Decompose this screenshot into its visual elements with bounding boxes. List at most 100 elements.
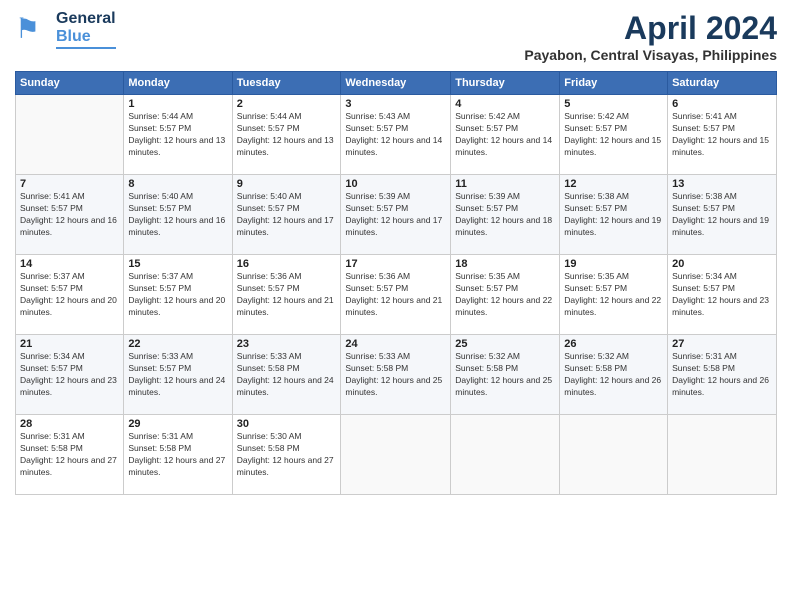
day-info: Sunrise: 5:42 AM Sunset: 5:57 PM Dayligh… [455, 111, 555, 159]
calendar-cell: 17Sunrise: 5:36 AM Sunset: 5:57 PM Dayli… [341, 255, 451, 335]
day-number: 8 [128, 178, 227, 190]
day-number: 23 [237, 338, 337, 350]
day-number: 30 [237, 418, 337, 430]
weekday-header-row: SundayMondayTuesdayWednesdayThursdayFrid… [16, 72, 777, 95]
day-info: Sunrise: 5:40 AM Sunset: 5:57 PM Dayligh… [237, 191, 337, 239]
weekday-header-friday: Friday [560, 72, 668, 95]
day-info: Sunrise: 5:38 AM Sunset: 5:57 PM Dayligh… [564, 191, 663, 239]
day-number: 4 [455, 98, 555, 110]
day-info: Sunrise: 5:37 AM Sunset: 5:57 PM Dayligh… [128, 271, 227, 319]
day-number: 14 [20, 258, 119, 270]
calendar-cell: 6Sunrise: 5:41 AM Sunset: 5:57 PM Daylig… [668, 95, 777, 175]
day-info: Sunrise: 5:44 AM Sunset: 5:57 PM Dayligh… [128, 111, 227, 159]
day-info: Sunrise: 5:39 AM Sunset: 5:57 PM Dayligh… [345, 191, 446, 239]
day-info: Sunrise: 5:39 AM Sunset: 5:57 PM Dayligh… [455, 191, 555, 239]
title-section: April 2024 Payabon, Central Visayas, Phi… [524, 10, 777, 63]
logo-name: General Blue [56, 10, 116, 49]
calendar-cell: 20Sunrise: 5:34 AM Sunset: 5:57 PM Dayli… [668, 255, 777, 335]
calendar-cell: 16Sunrise: 5:36 AM Sunset: 5:57 PM Dayli… [232, 255, 341, 335]
calendar-cell: 23Sunrise: 5:33 AM Sunset: 5:58 PM Dayli… [232, 335, 341, 415]
day-number: 16 [237, 258, 337, 270]
calendar-cell [560, 415, 668, 495]
calendar-cell: 9Sunrise: 5:40 AM Sunset: 5:57 PM Daylig… [232, 175, 341, 255]
week-row-3: 14 Sunrise: 5:37 AM Sunset: 5:57 PM Dayli… [16, 255, 777, 335]
day-number: 28 [20, 418, 119, 430]
calendar-cell: 4Sunrise: 5:42 AM Sunset: 5:57 PM Daylig… [451, 95, 560, 175]
day-number: 19 [564, 258, 663, 270]
day-number: 6 [672, 98, 772, 110]
day-info: Sunrise: 5:31 AM Sunset: 5:58 PM Dayligh… [20, 431, 119, 479]
calendar-cell: 10Sunrise: 5:39 AM Sunset: 5:57 PM Dayli… [341, 175, 451, 255]
day-number: 22 [128, 338, 227, 350]
calendar-cell: 3Sunrise: 5:43 AM Sunset: 5:57 PM Daylig… [341, 95, 451, 175]
day-number: 12 [564, 178, 663, 190]
day-info: Sunrise: 5:43 AM Sunset: 5:57 PM Dayligh… [345, 111, 446, 159]
calendar-cell: 24Sunrise: 5:33 AM Sunset: 5:58 PM Dayli… [341, 335, 451, 415]
calendar-cell: 2Sunrise: 5:44 AM Sunset: 5:57 PM Daylig… [232, 95, 341, 175]
day-number: 27 [672, 338, 772, 350]
day-number: 15 [128, 258, 227, 270]
day-number: 24 [345, 338, 446, 350]
day-info: Sunrise: 5:33 AM Sunset: 5:57 PM Dayligh… [128, 351, 227, 399]
week-row-1: 1Sunrise: 5:44 AM Sunset: 5:57 PM Daylig… [16, 95, 777, 175]
calendar-cell: 28Sunrise: 5:31 AM Sunset: 5:58 PM Dayli… [16, 415, 124, 495]
day-info: Sunrise: 5:35 AM Sunset: 5:57 PM Dayligh… [564, 271, 663, 319]
day-info: Sunrise: 5:31 AM Sunset: 5:58 PM Dayligh… [672, 351, 772, 399]
calendar-cell: 8Sunrise: 5:40 AM Sunset: 5:57 PM Daylig… [124, 175, 232, 255]
day-info: Sunrise: 5:41 AM Sunset: 5:57 PM Dayligh… [20, 191, 119, 239]
day-number: 29 [128, 418, 227, 430]
calendar-cell: 26Sunrise: 5:32 AM Sunset: 5:58 PM Dayli… [560, 335, 668, 415]
location-subtitle: Payabon, Central Visayas, Philippines [524, 47, 777, 63]
logo: ⚑ General Blue [15, 10, 116, 49]
calendar-cell: 1Sunrise: 5:44 AM Sunset: 5:57 PM Daylig… [124, 95, 232, 175]
day-info: Sunrise: 5:33 AM Sunset: 5:58 PM Dayligh… [237, 351, 337, 399]
weekday-header-saturday: Saturday [668, 72, 777, 95]
weekday-header-sunday: Sunday [16, 72, 124, 95]
calendar-cell [341, 415, 451, 495]
day-number: 5 [564, 98, 663, 110]
day-info: Sunrise: 5:38 AM Sunset: 5:57 PM Dayligh… [672, 191, 772, 239]
day-info: Sunrise: 5:33 AM Sunset: 5:58 PM Dayligh… [345, 351, 446, 399]
calendar-cell [451, 415, 560, 495]
day-number: 9 [237, 178, 337, 190]
week-row-5: 28Sunrise: 5:31 AM Sunset: 5:58 PM Dayli… [16, 415, 777, 495]
day-number: 2 [237, 98, 337, 110]
week-row-2: 7Sunrise: 5:41 AM Sunset: 5:57 PM Daylig… [16, 175, 777, 255]
calendar-cell [16, 95, 124, 175]
calendar-table: SundayMondayTuesdayWednesdayThursdayFrid… [15, 71, 777, 495]
day-info: Sunrise: 5:44 AM Sunset: 5:57 PM Dayligh… [237, 111, 337, 159]
day-number: 3 [345, 98, 446, 110]
day-info: Sunrise: 5:32 AM Sunset: 5:58 PM Dayligh… [455, 351, 555, 399]
day-number: 10 [345, 178, 446, 190]
weekday-header-monday: Monday [124, 72, 232, 95]
svg-text:⚑: ⚑ [15, 13, 40, 44]
day-info: Sunrise: 5:41 AM Sunset: 5:57 PM Dayligh… [672, 111, 772, 159]
calendar-cell: 12Sunrise: 5:38 AM Sunset: 5:57 PM Dayli… [560, 175, 668, 255]
day-info: Sunrise: 5:36 AM Sunset: 5:57 PM Dayligh… [345, 271, 446, 319]
day-number: 20 [672, 258, 772, 270]
day-info: Sunrise: 5:40 AM Sunset: 5:57 PM Dayligh… [128, 191, 227, 239]
weekday-header-thursday: Thursday [451, 72, 560, 95]
calendar-cell: 14Sunrise: 5:37 AM Sunset: 5:57 PM Dayli… [16, 255, 124, 335]
day-info: Sunrise: 5:34 AM Sunset: 5:57 PM Dayligh… [20, 351, 119, 399]
day-number: 25 [455, 338, 555, 350]
calendar-cell: 27Sunrise: 5:31 AM Sunset: 5:58 PM Dayli… [668, 335, 777, 415]
day-info: Sunrise: 5:42 AM Sunset: 5:57 PM Dayligh… [564, 111, 663, 159]
calendar-cell: 7Sunrise: 5:41 AM Sunset: 5:57 PM Daylig… [16, 175, 124, 255]
calendar-page: ⚑ General Blue April 2024 Payabon, Centr… [0, 0, 792, 612]
day-number: 21 [20, 338, 119, 350]
day-number: 11 [455, 178, 555, 190]
weekday-header-wednesday: Wednesday [341, 72, 451, 95]
day-number: 7 [20, 178, 119, 190]
page-header: ⚑ General Blue April 2024 Payabon, Centr… [15, 10, 777, 63]
day-info: Sunrise: 5:31 AM Sunset: 5:58 PM Dayligh… [128, 431, 227, 479]
calendar-cell: 25Sunrise: 5:32 AM Sunset: 5:58 PM Dayli… [451, 335, 560, 415]
calendar-cell: 19Sunrise: 5:35 AM Sunset: 5:57 PM Dayli… [560, 255, 668, 335]
day-info: Sunrise: 5:34 AM Sunset: 5:57 PM Dayligh… [672, 271, 772, 319]
calendar-cell: 29Sunrise: 5:31 AM Sunset: 5:58 PM Dayli… [124, 415, 232, 495]
day-number: 18 [455, 258, 555, 270]
day-info: Sunrise: 5:30 AM Sunset: 5:58 PM Dayligh… [237, 431, 337, 479]
calendar-cell: 18Sunrise: 5:35 AM Sunset: 5:57 PM Dayli… [451, 255, 560, 335]
day-number: 13 [672, 178, 772, 190]
calendar-cell: 22Sunrise: 5:33 AM Sunset: 5:57 PM Dayli… [124, 335, 232, 415]
